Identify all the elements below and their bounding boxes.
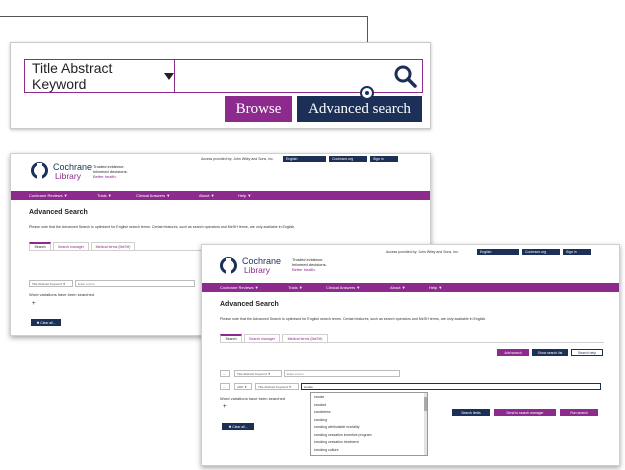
add-row-button[interactable]: + — [32, 301, 36, 307]
operator-label: AND ▼ — [237, 384, 248, 389]
tab-search[interactable]: Search — [29, 242, 51, 250]
show-search-list-button[interactable]: Show search list — [532, 349, 568, 356]
suggestion-item[interactable]: smokeless — [314, 410, 331, 414]
page-title: Advanced Search — [29, 209, 88, 216]
suggestion-item[interactable]: smoking — [314, 418, 327, 422]
zoomed-field-label: Title Abstract Keyword — [32, 60, 113, 92]
language-select[interactable]: English — [477, 249, 519, 255]
cochrane-link-label: Cochrane.org — [525, 250, 547, 254]
sign-in-button[interactable]: Sign in — [370, 156, 398, 162]
zoomed-field-selector[interactable]: Title Abstract Keyword — [24, 59, 175, 93]
nav-help[interactable]: Help ▼ — [238, 193, 251, 198]
field-select-row1-label: Title Abstract Keyword ▼ — [237, 371, 271, 376]
nav-cochrane-reviews[interactable]: Cochrane Reviews ▼ — [29, 193, 68, 198]
word-variations-text: Word variations have been searched — [220, 396, 286, 401]
suggestion-item[interactable]: smoking attributable mortality — [314, 425, 360, 429]
dropdown-scrollbar[interactable] — [424, 393, 427, 455]
tab-medical-terms-label: Medical terms (MeSH) — [287, 336, 323, 341]
cochrane-link[interactable]: Cochrane.org — [329, 156, 367, 162]
add-search-button[interactable]: Add search — [497, 349, 529, 356]
tab-search-manager-label: Search manager — [58, 244, 84, 249]
cochrane-link[interactable]: Cochrane.org — [522, 249, 560, 255]
page-title: Advanced Search — [220, 301, 279, 308]
sign-in-label: Sign in — [566, 250, 577, 254]
row1-handle[interactable]: ⇔ — [220, 370, 230, 377]
cochrane-link-label: Cochrane.org — [332, 157, 354, 161]
cochrane-logo-icon — [220, 257, 237, 275]
suggestion-item[interactable]: smoke — [314, 395, 324, 399]
suggestion-item[interactable]: smoking cessation treatment — [314, 440, 359, 444]
tab-search[interactable]: Search — [220, 334, 242, 342]
row2-handle-glyph: ⇔ — [223, 384, 226, 389]
autocomplete-dropdown: smoke smoked smokeless smoking smoking a… — [310, 392, 428, 456]
field-select-row1[interactable]: Title Abstract Keyword ▼ — [234, 370, 282, 377]
nav-trials[interactable]: Trials ▼ — [97, 193, 112, 198]
operator-select[interactable]: AND ▼ — [234, 383, 252, 390]
term-input-row1-placeholder: Enter a term — [78, 281, 95, 286]
search-icon[interactable] — [392, 63, 418, 89]
term-input-row2[interactable]: smoke — [301, 383, 601, 390]
term-input-row2-value: smoke — [304, 384, 313, 389]
browse-button[interactable]: Browse — [225, 96, 292, 122]
language-label: English — [480, 250, 492, 254]
nav-about[interactable]: About ▼ — [199, 193, 215, 198]
send-to-search-manager-button[interactable]: Send to search manager — [494, 409, 556, 416]
nav-clinical-answers[interactable]: Clinical Answers ▼ — [326, 285, 360, 290]
access-text: Access provided by: John Wiley and Sons,… — [386, 250, 459, 254]
tagline-3: Better health. — [93, 174, 117, 179]
nav-trials[interactable]: Trials ▼ — [288, 285, 303, 290]
connector-line-horizontal — [0, 16, 368, 17]
tab-search-manager[interactable]: Search manager — [53, 242, 89, 250]
tab-search-manager[interactable]: Search manager — [244, 334, 280, 342]
nav-clinical-answers[interactable]: Clinical Answers ▼ — [136, 193, 170, 198]
field-select-row2-label: Title Abstract Keyword ▼ — [258, 384, 292, 389]
sign-in-label: Sign in — [373, 157, 384, 161]
tab-medical-terms[interactable]: Medical terms (MeSH) — [282, 334, 328, 342]
nav-cochrane-reviews[interactable]: Cochrane Reviews ▼ — [220, 285, 259, 290]
row1-handle-glyph: ⇔ — [223, 371, 226, 376]
tab-search-manager-label: Search manager — [249, 336, 275, 341]
tab-search-label: Search — [34, 245, 46, 249]
cochrane-logo-icon — [31, 162, 48, 180]
main-nav: Cochrane Reviews ▼ Trials ▼ Clinical Ans… — [202, 283, 619, 292]
suggestion-item[interactable]: smoking cessation incentive program — [314, 433, 372, 437]
row2-handle[interactable]: ⇔ — [220, 383, 230, 390]
advanced-search-button[interactable]: Advanced search — [297, 96, 422, 122]
tab-search-label: Search — [225, 337, 237, 341]
brand-line2: Library — [55, 171, 81, 181]
clear-all-button[interactable]: ✖ Clear all... — [31, 319, 61, 326]
suggestion-item[interactable]: smoked — [314, 403, 326, 407]
tab-medical-terms-label: Medical terms (MeSH) — [95, 244, 131, 249]
field-select-row1-label: Title Abstract Keyword ▼ — [32, 281, 66, 286]
sign-in-button[interactable]: Sign in — [563, 249, 591, 255]
clear-all-button[interactable]: ✖ Clear all... — [222, 423, 254, 430]
main-nav: Cochrane Reviews ▼ Trials ▼ Clinical Ans… — [11, 191, 430, 200]
brand-line2: Library — [244, 265, 270, 275]
term-input-row1[interactable]: Enter a term — [75, 280, 195, 287]
run-search-button[interactable]: Run search — [560, 409, 598, 416]
page-note: Please note that the Advanced Search is … — [220, 317, 487, 321]
tab-divider — [220, 342, 604, 343]
term-input-row1[interactable]: Enter a term — [284, 370, 400, 377]
tagline-3: Better health. — [292, 267, 316, 272]
add-row-button[interactable]: + — [223, 404, 227, 410]
connector-dot — [360, 86, 374, 100]
language-label: English — [286, 157, 298, 161]
caret-down-icon — [164, 72, 174, 80]
field-select-row2[interactable]: Title Abstract Keyword ▼ — [255, 383, 299, 390]
language-select[interactable]: English — [283, 156, 326, 162]
field-select-row1[interactable]: Title Abstract Keyword ▼ — [29, 280, 73, 287]
suggestion-item[interactable]: smoking culture — [314, 448, 339, 452]
page-note: Please note that the Advanced Search is … — [29, 225, 296, 229]
term-input-row1-placeholder: Enter a term — [287, 371, 304, 376]
nav-about[interactable]: About ▼ — [390, 285, 406, 290]
tab-medical-terms[interactable]: Medical terms (MeSH) — [91, 242, 135, 250]
search-help-button[interactable]: Search help — [571, 349, 603, 356]
search-help-label: Search help — [577, 350, 597, 355]
word-variations-text: Word variations have been searched — [29, 292, 95, 297]
nav-help[interactable]: Help ▼ — [429, 285, 442, 290]
access-text: Access provided by: John Wiley and Sons,… — [201, 157, 274, 161]
search-limits-button[interactable]: Search limits — [452, 409, 490, 416]
